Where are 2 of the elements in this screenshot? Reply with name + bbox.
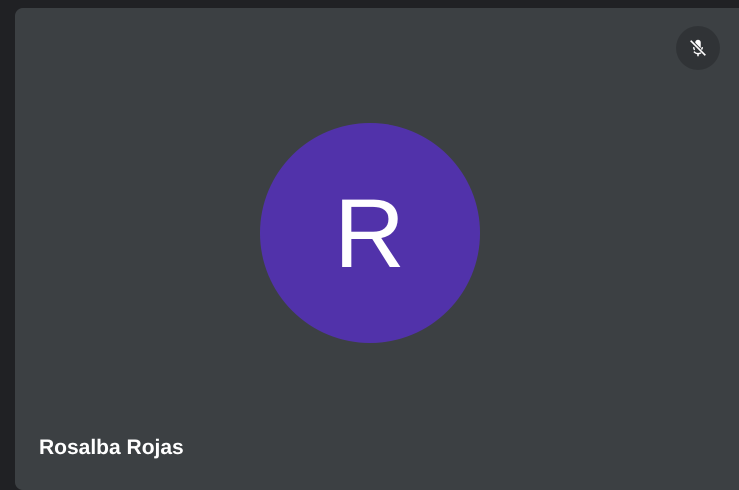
participant-name: Rosalba Rojas <box>38 436 184 461</box>
avatar: R <box>260 123 480 343</box>
